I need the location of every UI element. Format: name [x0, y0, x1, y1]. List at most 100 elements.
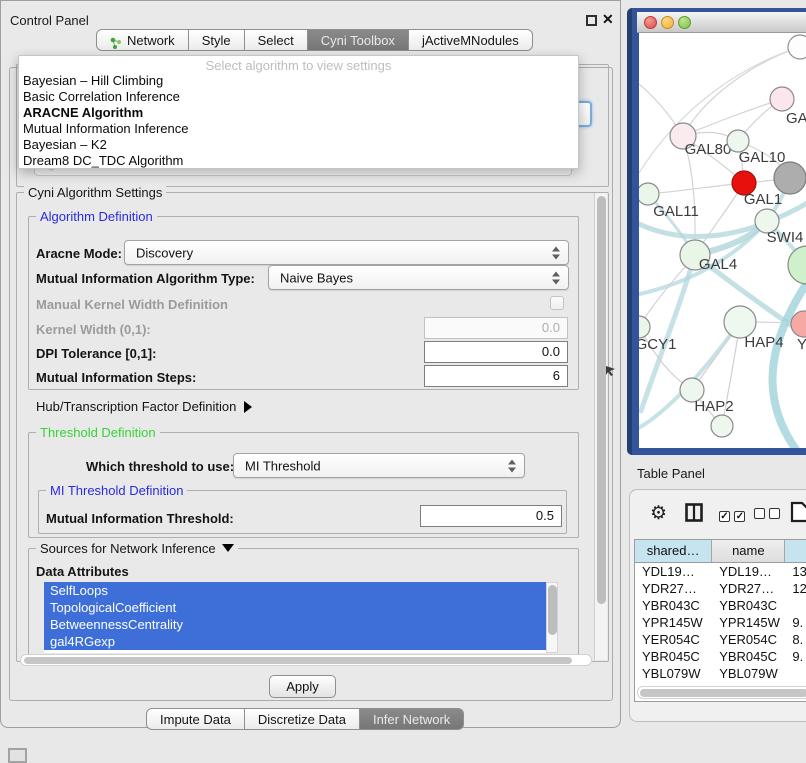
settings-vertical-scrollbar-thumb[interactable]	[597, 196, 606, 604]
tab-network-label: Network	[127, 33, 175, 48]
network-window-titlebar[interactable]	[637, 12, 806, 33]
tab-select[interactable]: Select	[245, 29, 308, 51]
tab-impute-data[interactable]: Impute Data	[146, 708, 245, 730]
zoom-traffic-light[interactable]	[678, 16, 691, 29]
network-icon	[110, 34, 122, 46]
algorithm-option[interactable]: Mutual Information Inference	[19, 121, 578, 137]
node-table: shared…name YDL19…YDL19…13YDR27…YDR27…12…	[634, 539, 806, 702]
document-icon[interactable]	[790, 501, 806, 523]
table-cell: YPR145W	[712, 614, 785, 631]
table-header-row: shared…name	[635, 540, 806, 563]
data-attribute-item[interactable]: TopologicalCoefficient	[44, 599, 546, 616]
close-traffic-light[interactable]	[644, 16, 657, 29]
kernel-width-field[interactable]: 0.0	[424, 317, 568, 339]
mi-algorithm-type-combobox[interactable]: Naive Bayes	[268, 265, 569, 290]
data-attributes-label: Data Attributes	[36, 564, 129, 579]
mi-threshold-field[interactable]: 0.5	[420, 505, 562, 527]
table-cell: YER054C	[635, 631, 712, 648]
combo-arrows-icon	[552, 271, 560, 284]
tab-discretize-data[interactable]: Discretize Data	[245, 708, 360, 730]
algorithm-option[interactable]: ARACNE Algorithm	[19, 105, 578, 121]
table-row[interactable]: YPR145WYPR145W9.	[635, 614, 806, 631]
table-column-header[interactable]: shared…	[635, 540, 712, 562]
attributes-list-scrollbar-thumb[interactable]	[548, 585, 557, 635]
algorithm-option[interactable]: Bayesian – Hill Climbing	[19, 73, 578, 89]
kernel-width-label: Kernel Width (0,1):	[36, 322, 151, 337]
checked-box-icon: ✓	[734, 511, 745, 522]
deselect-all-checks-icon[interactable]	[754, 506, 780, 524]
network-canvas[interactable]: GALGAL80GAL10GAL1GAL11SWI4GAL4GCY1HAP4YH…	[639, 33, 806, 448]
manual-kernel-width-checkbox[interactable]	[550, 296, 564, 310]
settings-horizontal-scrollbar-thumb[interactable]	[24, 657, 572, 664]
control-panel-tabstrip: Network StyleSelectCyni Toolbox jActiveMNo…	[96, 29, 533, 51]
network-node[interactable]	[774, 162, 806, 194]
network-node[interactable]	[788, 246, 806, 284]
cyni-algorithm-settings-title: Cyni Algorithm Settings	[24, 185, 166, 200]
table-row[interactable]: YER054CYER054C8.	[635, 631, 806, 648]
network-edge	[773, 271, 806, 448]
tab-style[interactable]: Style	[189, 29, 245, 51]
dpi-tolerance-field[interactable]: 0.0	[424, 341, 568, 363]
table-cell: YDR27…	[635, 580, 712, 597]
tab-jactivemnodules-label: jActiveMNodules	[422, 33, 519, 48]
algorithm-options: Bayesian – Hill ClimbingBasic Correlatio…	[19, 73, 578, 169]
docked-panel-icon[interactable]	[8, 748, 27, 763]
which-threshold-combobox[interactable]: MI Threshold	[233, 453, 525, 478]
table-row[interactable]: YBR043CYBR043C	[635, 597, 806, 614]
columns-icon[interactable]	[685, 503, 703, 522]
network-node-label: GAL	[786, 110, 806, 127]
algorithm-option[interactable]: Dream8 DC_TDC Algorithm	[19, 153, 578, 169]
tab-cyni-toolbox[interactable]: Cyni Toolbox	[308, 29, 409, 51]
table-row[interactable]: YBR045CYBR045C9.	[635, 648, 806, 665]
network-node-label: Y	[797, 336, 806, 353]
data-attribute-item[interactable]: BetweennessCentrality	[44, 616, 546, 633]
table-cell: 13	[785, 563, 806, 580]
attributes-list-scrollbar[interactable]	[546, 582, 558, 653]
table-row[interactable]: YBL079WYBL079W	[635, 665, 806, 682]
table-column-header[interactable]	[785, 540, 806, 562]
data-attribute-item[interactable]: SelfLoops	[44, 582, 546, 599]
mi-steps-field[interactable]: 6	[424, 365, 568, 387]
table-cell: 9.	[785, 648, 806, 665]
network-node[interactable]	[711, 415, 733, 437]
settings-vertical-scrollbar[interactable]	[594, 193, 607, 660]
sources-toggle[interactable]: Sources for Network Inference	[36, 541, 238, 556]
network-node-label: HAP2	[694, 398, 733, 415]
gear-icon[interactable]: ⚙	[650, 502, 667, 525]
table-cell: YLR345W	[712, 682, 785, 685]
table-panel-title: Table Panel	[637, 466, 705, 481]
table-horizontal-scrollbar[interactable]	[637, 686, 806, 699]
data-attribute-item[interactable]: gal4RGexp	[44, 633, 546, 650]
algorithm-option[interactable]: Bayesian – K2	[19, 137, 578, 153]
aracne-mode-combobox[interactable]: Discovery	[124, 240, 569, 265]
mi-steps-label: Mutual Information Steps:	[36, 370, 196, 385]
table-cell: YPR145W	[635, 614, 712, 631]
network-node-gcy1[interactable]	[639, 316, 650, 338]
tab-network[interactable]: Network	[96, 29, 189, 51]
apply-button[interactable]: Apply	[269, 675, 336, 698]
close-icon[interactable]: ✕	[602, 11, 614, 28]
table-cell: YDL19…	[635, 563, 712, 580]
hub-definition-toggle[interactable]: Hub/Transcription Factor Definition	[36, 399, 252, 414]
table-cell: 9.	[785, 614, 806, 631]
table-row[interactable]: YLR345WYLR345W9.	[635, 682, 806, 685]
network-node-gal[interactable]	[770, 87, 794, 111]
minimize-traffic-light[interactable]	[661, 16, 674, 29]
select-all-checks-icon[interactable]: ✓ ✓	[719, 506, 745, 524]
float-window-icon[interactable]	[586, 15, 597, 26]
table-row[interactable]: YDR27…YDR27…12	[635, 580, 806, 597]
table-cell: YLR345W	[635, 682, 712, 685]
network-node-label: GAL80	[685, 141, 732, 158]
table-column-header[interactable]: name	[712, 540, 785, 562]
algorithm-option[interactable]: Basic Correlation Inference	[19, 89, 578, 105]
network-node-y[interactable]	[791, 311, 806, 337]
network-node[interactable]	[788, 35, 806, 59]
mi-threshold-definition-title: MI Threshold Definition	[46, 483, 187, 498]
table-row[interactable]: YDL19…YDL19…13	[635, 563, 806, 580]
network-node-gal11[interactable]	[639, 183, 659, 205]
tab-infer-network[interactable]: Infer Network	[360, 708, 464, 730]
tab-jactivemnodules[interactable]: jActiveMNodules	[409, 29, 533, 51]
settings-horizontal-scrollbar[interactable]	[20, 654, 592, 666]
network-node-label: HAP4	[744, 334, 783, 351]
table-horizontal-scrollbar-thumb[interactable]	[640, 689, 806, 697]
